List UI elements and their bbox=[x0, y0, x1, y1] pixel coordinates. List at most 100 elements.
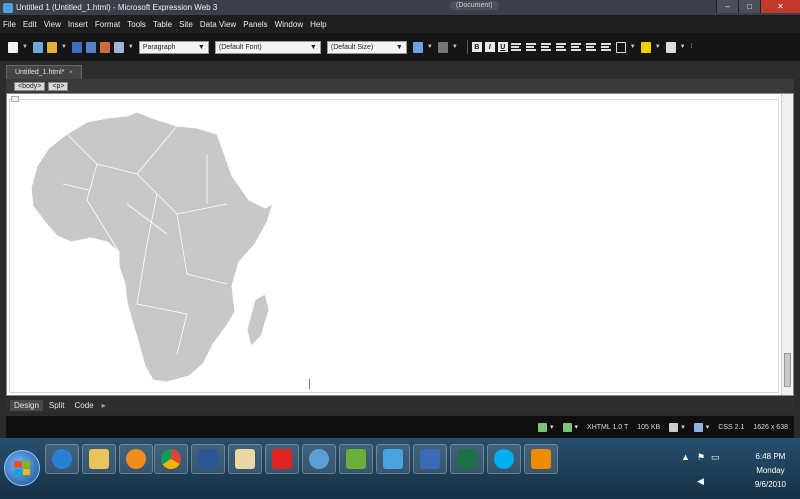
maximize-button[interactable]: □ bbox=[738, 0, 760, 13]
doctype-indicator[interactable]: XHTML 1.0 T bbox=[587, 424, 628, 431]
numbered-list-icon[interactable] bbox=[555, 43, 566, 51]
clock-date: 9/6/2010 bbox=[754, 480, 786, 489]
new-page-icon[interactable] bbox=[8, 41, 18, 53]
borders-icon[interactable] bbox=[615, 41, 626, 53]
tab-split[interactable]: Split bbox=[45, 400, 69, 411]
redo-dropdown-icon[interactable]: ▼ bbox=[452, 44, 458, 50]
align-center-icon[interactable] bbox=[525, 43, 536, 51]
size-select[interactable]: (Default Size) ▼ bbox=[326, 40, 407, 54]
expression-web-icon bbox=[383, 449, 403, 469]
view-tabs-more-icon[interactable]: ▸ bbox=[102, 401, 106, 410]
menu-insert[interactable]: Insert bbox=[68, 20, 88, 29]
font-color-icon[interactable] bbox=[665, 41, 676, 53]
open-site-icon[interactable] bbox=[32, 41, 43, 53]
taskbar-excel[interactable] bbox=[450, 444, 484, 474]
action-center-flag-icon[interactable]: ⚑ bbox=[697, 452, 705, 463]
menu-edit[interactable]: Edit bbox=[23, 20, 37, 29]
photo-gallery-icon bbox=[346, 449, 366, 469]
save-icon[interactable] bbox=[71, 41, 82, 53]
menu-file[interactable]: File bbox=[3, 20, 16, 29]
design-view-canvas[interactable] bbox=[6, 93, 794, 396]
new-dropdown-icon[interactable]: ▼ bbox=[22, 44, 28, 50]
scrollbar-thumb[interactable] bbox=[784, 353, 791, 387]
visual-aids-indicator[interactable]: ▾ bbox=[538, 422, 554, 432]
window-dimensions-indicator[interactable]: 1626 x 638 bbox=[753, 424, 788, 431]
taskbar-expression-web[interactable] bbox=[376, 444, 410, 474]
redo-icon[interactable] bbox=[437, 41, 448, 53]
taskbar-skype[interactable] bbox=[487, 444, 521, 474]
taskbar-word[interactable] bbox=[191, 444, 225, 474]
breadcrumb-p-tag[interactable]: <p> bbox=[48, 81, 69, 91]
css-version-indicator[interactable]: CSS 2.1 bbox=[718, 424, 744, 431]
system-tray: ▲ ⚑ ▭ ◀ 6:48 PM Monday 9/6/2010 bbox=[675, 438, 800, 499]
menu-window[interactable]: Window bbox=[275, 20, 303, 29]
preview-dropdown-icon[interactable]: ▼ bbox=[128, 44, 134, 50]
taskbar-media-player[interactable] bbox=[119, 444, 153, 474]
menu-help[interactable]: Help bbox=[310, 20, 326, 29]
menu-tools[interactable]: Tools bbox=[127, 20, 146, 29]
tray-show-hidden-icon[interactable]: ▲ bbox=[681, 452, 690, 462]
menu-panels[interactable]: Panels bbox=[243, 20, 267, 29]
align-left-icon[interactable] bbox=[510, 43, 521, 51]
style-select[interactable]: Paragraph ▼ bbox=[138, 40, 209, 54]
font-select[interactable]: (Default Font) ▼ bbox=[214, 40, 321, 54]
toolbar-options-icon[interactable]: ⁞ bbox=[691, 44, 693, 50]
menu-format[interactable]: Format bbox=[95, 20, 120, 29]
breadcrumb-body-tag[interactable]: <body> bbox=[14, 81, 46, 91]
taskbar-vlc[interactable] bbox=[524, 444, 558, 474]
close-button[interactable]: ✕ bbox=[760, 0, 800, 13]
save-all-icon[interactable] bbox=[85, 41, 96, 53]
style-app-indicator[interactable]: ▾ bbox=[562, 422, 578, 432]
taskbar-ie[interactable] bbox=[45, 444, 79, 474]
align-right-icon[interactable] bbox=[540, 43, 551, 51]
clock-day: Monday bbox=[756, 466, 785, 475]
clock-time: 6:48 PM bbox=[755, 452, 786, 461]
volume-icon[interactable]: ◀ bbox=[697, 476, 704, 487]
close-tab-icon[interactable]: × bbox=[69, 70, 73, 76]
menu-table[interactable]: Table bbox=[153, 20, 172, 29]
menu-site[interactable]: Site bbox=[179, 20, 193, 29]
publish-icon[interactable] bbox=[99, 41, 110, 53]
start-button[interactable] bbox=[4, 450, 40, 486]
minimize-button[interactable]: – bbox=[716, 0, 738, 13]
schema-indicator[interactable]: ▾ bbox=[693, 422, 709, 432]
highlight-icon[interactable] bbox=[640, 41, 651, 53]
italic-button[interactable]: I bbox=[484, 42, 495, 52]
taskbar-photo-app[interactable] bbox=[339, 444, 373, 474]
system-clock[interactable]: 6:48 PM Monday 9/6/2010 bbox=[755, 450, 786, 492]
network-icon[interactable]: ▭ bbox=[711, 452, 720, 463]
taskbar-explorer[interactable] bbox=[82, 444, 116, 474]
increase-indent-icon[interactable] bbox=[600, 43, 611, 51]
open-dropdown-icon[interactable]: ▼ bbox=[61, 44, 67, 50]
taskbar-mail[interactable] bbox=[413, 444, 447, 474]
tab-code[interactable]: Code bbox=[70, 400, 97, 411]
media-player-icon bbox=[126, 449, 146, 469]
word-icon bbox=[198, 449, 218, 469]
highlight-dropdown-icon[interactable]: ▼ bbox=[655, 44, 661, 50]
taskbar-chrome[interactable] bbox=[154, 444, 188, 474]
taskbar-paint[interactable] bbox=[265, 444, 299, 474]
tab-untitled-1[interactable]: Untitled_1.html* × bbox=[6, 65, 82, 79]
font-color-dropdown-icon[interactable]: ▼ bbox=[680, 44, 686, 50]
preview-browser-icon[interactable] bbox=[113, 41, 124, 53]
borders-dropdown-icon[interactable]: ▼ bbox=[630, 44, 636, 50]
window-title: Untitled 1 (Untitled_1.html) - Microsoft… bbox=[16, 3, 218, 12]
bullet-list-icon[interactable] bbox=[570, 43, 581, 51]
menu-view[interactable]: View bbox=[44, 20, 61, 29]
taskbar-globe-app[interactable] bbox=[302, 444, 336, 474]
undo-icon[interactable] bbox=[412, 41, 423, 53]
tab-design[interactable]: Design bbox=[10, 399, 43, 411]
bold-button[interactable]: B bbox=[471, 42, 482, 52]
chevron-down-icon: ▼ bbox=[309, 43, 317, 51]
open-folder-icon[interactable] bbox=[46, 41, 57, 53]
notepad-icon bbox=[235, 449, 255, 469]
font-select-value: (Default Font) bbox=[218, 43, 262, 51]
decrease-indent-icon[interactable] bbox=[585, 43, 596, 51]
underline-button[interactable]: U bbox=[497, 42, 508, 52]
undo-dropdown-icon[interactable]: ▼ bbox=[427, 44, 433, 50]
mail-icon bbox=[420, 449, 440, 469]
vertical-scrollbar[interactable] bbox=[781, 94, 793, 395]
taskbar-notepad[interactable] bbox=[228, 444, 262, 474]
menu-data-view[interactable]: Data View bbox=[200, 20, 236, 29]
page-dimensions-tool[interactable]: ▾ bbox=[669, 422, 685, 432]
